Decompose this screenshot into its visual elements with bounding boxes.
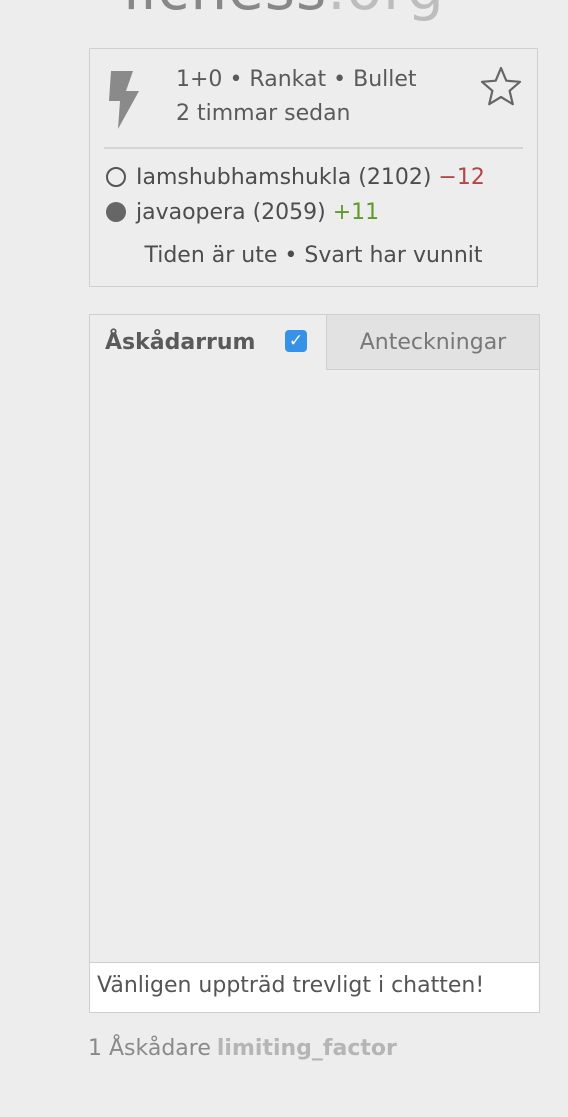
player-black-rating: (2059) (252, 200, 326, 225)
player-black-name[interactable]: javaopera (136, 200, 246, 225)
player-white-rating-diff: −12 (438, 165, 485, 190)
player-white-name[interactable]: Iamshubhamshukla (136, 165, 351, 190)
game-rating-type: Rankat (249, 67, 327, 92)
chat-panel: Åskådarrum ✓ Anteckningar Vänligen upptr… (89, 314, 540, 1013)
checkmark-icon: ✓ (288, 331, 304, 351)
game-time-ago: 2 timmar sedan (176, 101, 351, 126)
game-result: Tiden är ute • Svart har vunnit (144, 243, 483, 268)
meta-separator: • (229, 67, 243, 92)
game-meta: 1+0 • Rankat • Bullet (176, 67, 417, 92)
player-black: javaopera (2059) +11 (106, 200, 379, 225)
player-white: Iamshubhamshukla (2102) −12 (106, 165, 485, 190)
spectators-label: 1 Åskådare (88, 1036, 211, 1061)
star-icon[interactable] (480, 65, 522, 107)
meta-separator: • (333, 67, 347, 92)
spectators: 1 Åskådare limiting_factor (88, 1036, 397, 1061)
tab-notes-label: Anteckningar (359, 329, 507, 355)
tab-notes[interactable]: Anteckningar (326, 315, 539, 370)
site-logo[interactable]: lichess.org (0, 0, 568, 18)
tab-spectator-room-label: Åskådarrum (105, 329, 256, 355)
chat-messages[interactable] (90, 369, 539, 962)
chat-input[interactable]: Vänligen uppträd trevligt i chatten! (90, 962, 539, 1012)
game-clock: 1+0 (176, 67, 223, 92)
chat-enabled-checkbox[interactable]: ✓ (285, 330, 307, 352)
logo-tld: .org (327, 0, 445, 23)
lightning-icon (109, 71, 139, 129)
game-speed: Bullet (353, 67, 417, 92)
logo-name: lichess (123, 0, 327, 23)
white-piece-icon (106, 167, 126, 187)
black-piece-icon (106, 202, 126, 222)
player-black-rating-diff: +11 (332, 200, 380, 225)
player-white-rating: (2102) (358, 165, 432, 190)
divider (104, 147, 523, 149)
spectator-user[interactable]: limiting_factor (217, 1036, 397, 1061)
game-info-panel: 1+0 • Rankat • Bullet 2 timmar sedan Iam… (89, 48, 538, 287)
